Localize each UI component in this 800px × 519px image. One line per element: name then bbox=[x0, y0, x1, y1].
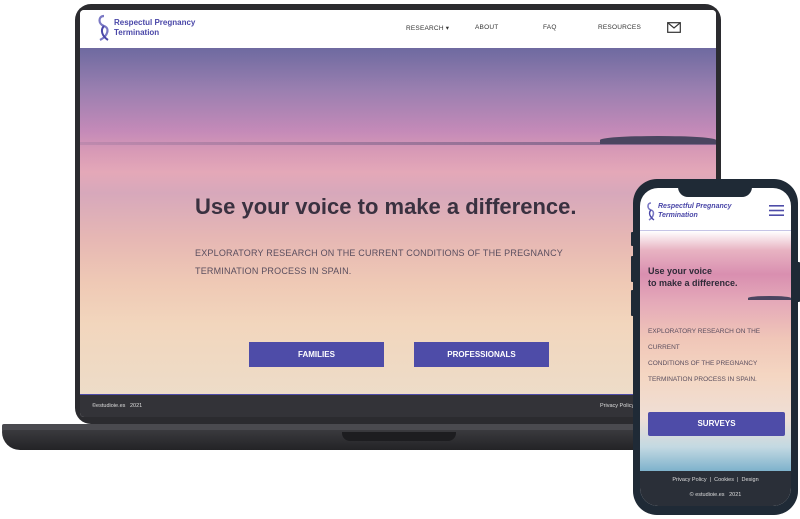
site-footer: ©estudioie.es 2021 Privacy Policy bbox=[80, 394, 716, 417]
top-navigation: Respectul Pregnancy Termination RESEARCH… bbox=[80, 10, 716, 48]
mobile-hero-subtitle: EXPLORATORY RESEARCH ON THE CURRENT COND… bbox=[648, 324, 790, 388]
mail-icon[interactable] bbox=[667, 22, 681, 33]
laptop-screen: Respectul Pregnancy Termination RESEARCH… bbox=[80, 10, 716, 417]
phone-volume-button bbox=[631, 290, 634, 316]
mobile-brand-name[interactable]: Respectful Pregnancy Termination bbox=[658, 202, 758, 220]
mobile-footer: Privacy Policy | Cookies | Design © estu… bbox=[640, 471, 791, 506]
professionals-button[interactable]: PROFESSIONALS bbox=[414, 342, 549, 367]
mobile-headline-line2: to make a difference. bbox=[648, 278, 738, 288]
phone-notch bbox=[678, 185, 752, 197]
mobile-subtitle-line1: EXPLORATORY RESEARCH ON THE CURRENT bbox=[648, 328, 761, 351]
nav-research[interactable]: RESEARCH ▾ bbox=[406, 24, 449, 32]
mobile-brand-name-line1: Respectful Pregnancy bbox=[658, 203, 732, 210]
island-silhouette bbox=[600, 136, 716, 144]
mobile-headline-line1: Use your voice bbox=[648, 266, 713, 276]
footer-copyright: ©estudioie.es 2021 bbox=[92, 403, 143, 409]
mobile-footer-links[interactable]: Privacy Policy | Cookies | Design bbox=[640, 477, 791, 483]
mobile-brand-name-line2: Termination bbox=[658, 212, 698, 219]
brand-name-line2: Termination bbox=[114, 28, 160, 37]
phone-screen: Respectful Pregnancy Termination Use you… bbox=[640, 188, 791, 506]
hero-section: Use your voice to make a difference. EXP… bbox=[80, 48, 716, 394]
hero-subtitle: EXPLORATORY RESEARCH ON THE CURRENT COND… bbox=[195, 244, 575, 280]
ribbon-logo-icon[interactable] bbox=[645, 202, 657, 221]
island-silhouette bbox=[748, 296, 791, 300]
mobile-subtitle-line2: CONDITIONS OF THE PREGNANCY bbox=[648, 360, 758, 367]
hamburger-menu-icon[interactable] bbox=[769, 205, 784, 216]
hero-headline: Use your voice to make a difference. bbox=[195, 194, 577, 219]
privacy-policy-link[interactable]: Privacy Policy bbox=[600, 403, 634, 409]
brand-name-line1: Respectul Pregnancy bbox=[114, 18, 196, 27]
nav-about[interactable]: ABOUT bbox=[475, 24, 498, 31]
nav-resources[interactable]: RESOURCES bbox=[598, 24, 641, 31]
hero-subtitle-line2: TERMINATION PROCESS IN SPAIN. bbox=[195, 266, 352, 276]
surveys-button[interactable]: SURVEYS bbox=[648, 412, 785, 436]
mobile-footer-copyright: © estudioie.es 2021 bbox=[689, 492, 742, 498]
laptop-trackpad-notch bbox=[342, 432, 456, 441]
brand-name[interactable]: Respectul Pregnancy Termination bbox=[114, 18, 224, 38]
hero-subtitle-line1: EXPLORATORY RESEARCH ON THE CURRENT COND… bbox=[195, 248, 563, 258]
phone-volume-button bbox=[631, 232, 634, 246]
phone-volume-button bbox=[631, 256, 634, 282]
families-button[interactable]: FAMILIES bbox=[249, 342, 384, 367]
nav-faq[interactable]: FAQ bbox=[543, 24, 557, 31]
ribbon-logo-icon[interactable] bbox=[94, 14, 114, 42]
mobile-hero-headline: Use your voice to make a difference. bbox=[648, 265, 778, 289]
mobile-subtitle-line3: TERMINATION PROCESS IN SPAIN. bbox=[648, 376, 757, 383]
